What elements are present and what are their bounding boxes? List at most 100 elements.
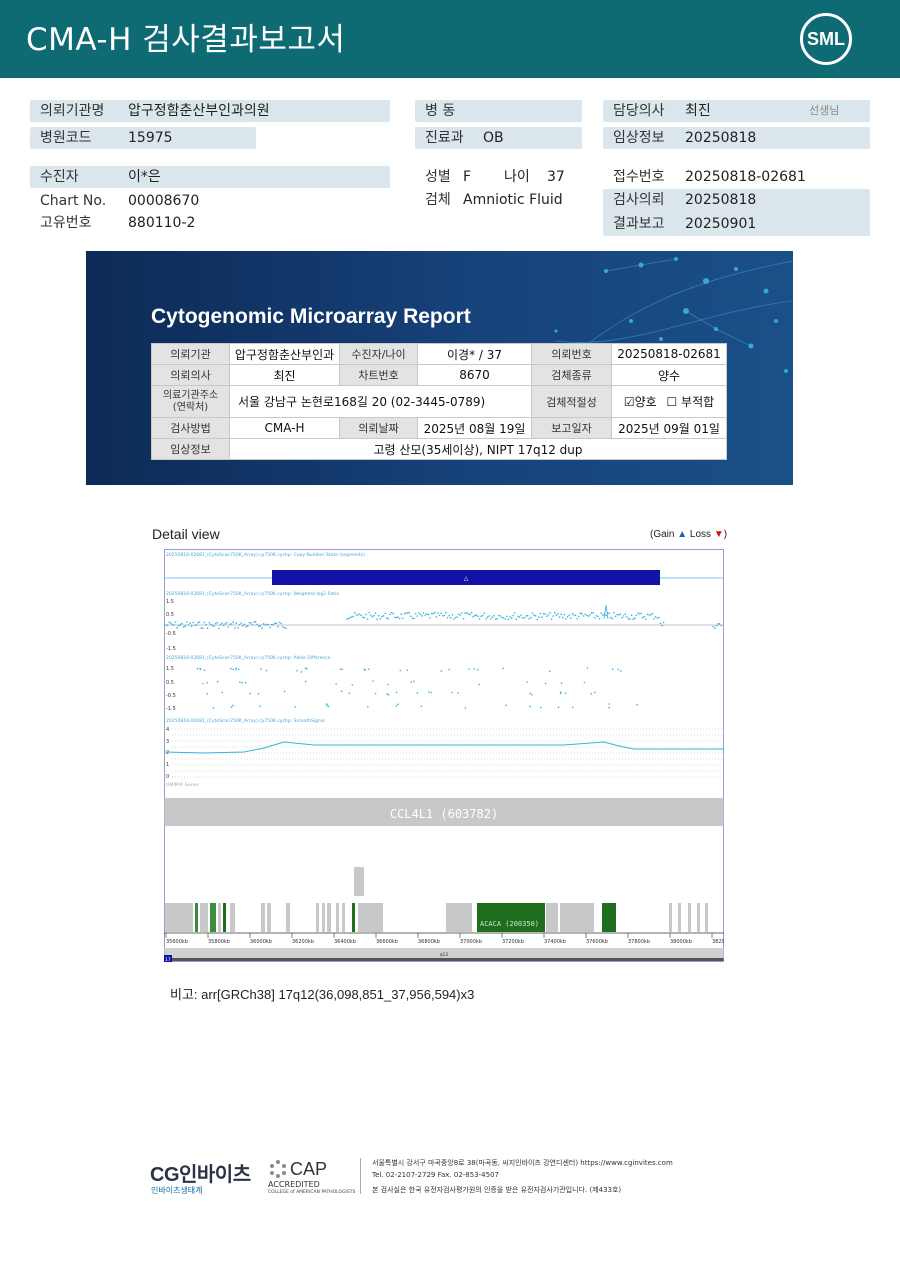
svg-text:3: 3 — [166, 739, 169, 745]
log2-point — [531, 612, 534, 614]
log2-point — [406, 612, 409, 614]
log2-point — [253, 621, 255, 623]
log2-point — [405, 612, 407, 614]
svg-text:0.5: 0.5 — [166, 612, 174, 618]
gene-block — [267, 903, 271, 932]
dept-value: OB — [483, 130, 504, 146]
log2-point — [566, 615, 569, 618]
log2-point — [203, 621, 206, 624]
allele-point — [230, 706, 233, 708]
gene-ccl4l1-label: CCL4L1 (603782) — [390, 807, 498, 821]
log2-point — [358, 613, 361, 615]
id-field: 고유번호 880110-2 — [30, 212, 390, 234]
track-label-allele: 20250818-02681_(CytoScan750K_Array).cy75… — [166, 655, 331, 661]
log2-point — [483, 612, 486, 615]
allele-point — [304, 680, 307, 683]
log2-point — [480, 615, 483, 617]
doctor-field: 담당의사 최진 선생님 — [603, 100, 870, 122]
log2-point — [459, 614, 462, 616]
log2-point — [501, 616, 503, 619]
log2-point — [176, 626, 178, 629]
svg-text:0.5: 0.5 — [166, 680, 174, 686]
log2-point — [206, 627, 209, 629]
log2-point — [642, 616, 644, 619]
allele-point — [395, 691, 398, 694]
log2-point — [640, 612, 642, 615]
log2-point — [558, 616, 561, 618]
log2-point — [437, 612, 439, 614]
omim-genes-label: OMIM® Genes — [166, 781, 199, 788]
specimen-field: 검체 Amniotic Fluid — [415, 189, 595, 211]
log2-point — [280, 622, 282, 625]
log2-point — [382, 615, 385, 617]
log2-point — [181, 622, 183, 625]
allele-point — [608, 703, 610, 705]
log2-point — [355, 614, 358, 616]
log2-point — [278, 621, 281, 624]
sex-value: F — [463, 169, 472, 185]
svg-text:2: 2 — [166, 750, 169, 756]
hosp-code-field: 병원코드 15975 — [30, 127, 256, 149]
allele-point — [387, 694, 390, 696]
log2-point — [557, 613, 559, 615]
log2-point — [478, 618, 481, 620]
allele-point — [583, 681, 586, 684]
allele-point — [397, 703, 399, 706]
log2-point — [189, 622, 191, 624]
log2-point — [435, 616, 438, 618]
log2-point — [197, 621, 199, 624]
kb-tick-label: 35800kb — [208, 939, 230, 945]
allele-point — [201, 682, 204, 685]
log2-point — [216, 621, 218, 624]
allele-point — [608, 706, 610, 709]
allele-point — [300, 671, 303, 673]
allele-point — [505, 704, 507, 706]
log2-point — [595, 614, 598, 617]
track-label-log2: 20250818-02681_(CytoScan750K_Array).cy75… — [166, 591, 339, 597]
log2-point — [426, 613, 428, 615]
svg-text:1: 1 — [166, 762, 169, 768]
allele-point — [416, 692, 419, 694]
allele-point — [327, 705, 330, 708]
track-label-smooth: 20250818-02681_(CytoScan750K_Array).cy75… — [166, 718, 325, 724]
log2-point — [654, 616, 657, 618]
log2-point — [715, 625, 718, 627]
log2-point — [187, 624, 190, 626]
log2-point — [533, 614, 535, 616]
allele-point — [348, 692, 351, 694]
log2-point — [403, 612, 406, 615]
log2-point — [374, 612, 377, 614]
log2-point — [421, 615, 423, 617]
chromosome-band: q12 — [440, 952, 449, 958]
log2-point — [630, 614, 633, 616]
kb-tick-label: 36000kb — [250, 939, 272, 945]
gene-block — [195, 903, 198, 932]
log2-point — [266, 624, 268, 626]
allele-point — [420, 705, 423, 708]
log2-point — [240, 622, 242, 624]
track-label-cn: 20250818-02681_(CytoScan750K_Array).cy75… — [166, 552, 365, 558]
log2-point — [432, 612, 435, 615]
log2-point — [517, 615, 519, 618]
log2-point — [576, 618, 578, 620]
log2-point — [626, 616, 628, 618]
allele-point — [544, 682, 547, 685]
chart-value: 00008670 — [128, 193, 200, 209]
log2-point — [594, 616, 596, 619]
gene-block — [322, 903, 325, 932]
log2-point — [589, 614, 591, 616]
log2-point — [587, 615, 590, 617]
log2-point — [410, 615, 412, 618]
log2-point — [653, 618, 655, 620]
log2-point — [514, 612, 516, 614]
log2-point — [618, 614, 620, 616]
log2-point — [534, 615, 537, 617]
log2-point — [472, 615, 475, 618]
log2-point — [712, 625, 714, 628]
hosp-code-value: 15975 — [128, 130, 173, 146]
log2-point — [254, 621, 257, 623]
kb-tick-label: 37000kb — [460, 939, 482, 945]
log2-point — [598, 618, 601, 620]
log2-point — [651, 612, 654, 615]
log2-point — [579, 612, 582, 614]
